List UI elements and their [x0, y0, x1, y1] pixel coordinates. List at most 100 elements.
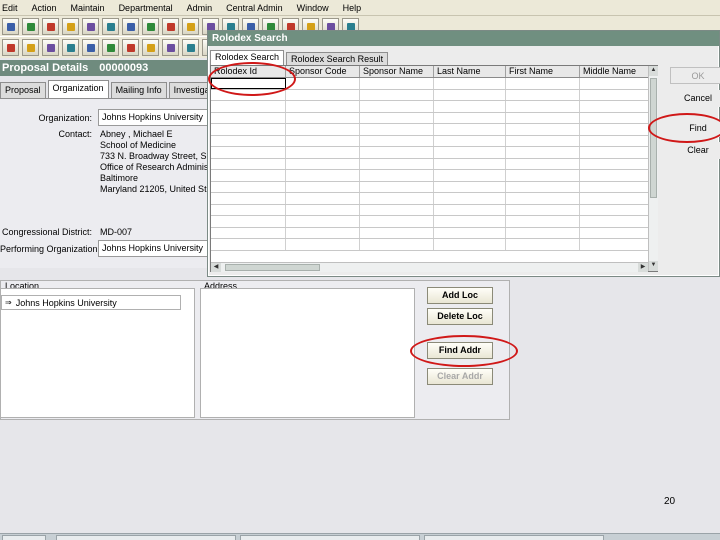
- find-button[interactable]: Find: [670, 120, 720, 137]
- taskbar-button[interactable]: [56, 535, 236, 540]
- table-cell[interactable]: [434, 89, 506, 100]
- table-cell[interactable]: [506, 89, 580, 100]
- scroll-left-icon[interactable]: ◀: [211, 263, 221, 272]
- table-cell[interactable]: [580, 158, 652, 169]
- table-cell[interactable]: [211, 112, 286, 123]
- taskbar-button[interactable]: [2, 535, 46, 540]
- table-cell[interactable]: [360, 204, 434, 215]
- table-cell[interactable]: [580, 101, 652, 112]
- rolodex-id-input[interactable]: [211, 78, 286, 89]
- table-row[interactable]: [211, 239, 657, 251]
- table-cell[interactable]: [506, 204, 580, 215]
- table-row[interactable]: [211, 204, 657, 216]
- column-header-sponsor-code[interactable]: Sponsor Code: [286, 66, 360, 77]
- person-icon[interactable]: [82, 17, 99, 35]
- table-cell[interactable]: [434, 216, 506, 227]
- scroll-up-icon[interactable]: ▲: [649, 66, 658, 76]
- table-row[interactable]: [211, 124, 657, 136]
- table-cell[interactable]: [580, 135, 652, 146]
- table-cell[interactable]: [580, 78, 652, 89]
- table-cell[interactable]: [434, 147, 506, 158]
- table-cell[interactable]: [434, 124, 506, 135]
- table-cell[interactable]: [506, 135, 580, 146]
- save-icon[interactable]: [42, 17, 59, 35]
- table-cell[interactable]: [211, 204, 286, 215]
- table-cell[interactable]: [506, 193, 580, 204]
- table-row[interactable]: [211, 147, 657, 159]
- column-header-last-name[interactable]: Last Name: [434, 66, 506, 77]
- tree-icon[interactable]: [162, 17, 179, 35]
- table-cell[interactable]: [211, 227, 286, 238]
- table-cell[interactable]: [506, 216, 580, 227]
- grid-icon[interactable]: [102, 17, 119, 35]
- list-item[interactable]: ⇒ Johns Hopkins University: [1, 295, 181, 310]
- table-cell[interactable]: [434, 181, 506, 192]
- organization-field[interactable]: Johns Hopkins University: [98, 109, 210, 126]
- table-cell[interactable]: [286, 204, 360, 215]
- table-cell[interactable]: [434, 78, 506, 89]
- table-cell[interactable]: [211, 170, 286, 181]
- table-cell[interactable]: [286, 78, 360, 89]
- table-cell[interactable]: [360, 78, 434, 89]
- table-cell[interactable]: [506, 170, 580, 181]
- table-cell[interactable]: [434, 158, 506, 169]
- paste-icon[interactable]: [42, 39, 59, 56]
- column-header-middle-name[interactable]: Middle Name: [580, 66, 652, 77]
- table-cell[interactable]: [506, 181, 580, 192]
- table-cell[interactable]: [580, 147, 652, 158]
- table-cell[interactable]: [580, 239, 652, 250]
- find-icon[interactable]: [62, 39, 79, 56]
- tab-rolodex-search[interactable]: Rolodex Search: [210, 50, 285, 65]
- table-cell[interactable]: [580, 89, 652, 100]
- cancel-button[interactable]: Cancel: [670, 90, 720, 107]
- table-cell[interactable]: [434, 170, 506, 181]
- table-cell[interactable]: [506, 101, 580, 112]
- grid-horizontal-scrollbar[interactable]: ◀ ▶: [211, 262, 648, 272]
- tab-rolodex-search-result[interactable]: Rolodex Search Result: [286, 52, 389, 65]
- table-cell[interactable]: [580, 227, 652, 238]
- table-cell[interactable]: [434, 239, 506, 250]
- table-cell[interactable]: [211, 101, 286, 112]
- table-cell[interactable]: [211, 193, 286, 204]
- table-cell[interactable]: [506, 227, 580, 238]
- table-cell[interactable]: [580, 216, 652, 227]
- table-cell[interactable]: [506, 112, 580, 123]
- edit-icon[interactable]: [102, 39, 119, 56]
- table-cell[interactable]: [286, 147, 360, 158]
- table-cell[interactable]: [360, 216, 434, 227]
- scrollbar-thumb[interactable]: [650, 78, 657, 198]
- table-cell[interactable]: [286, 193, 360, 204]
- scroll-down-icon[interactable]: ▼: [649, 261, 658, 271]
- menu-item-action[interactable]: Action: [32, 3, 57, 13]
- clear-button[interactable]: Clear: [670, 142, 720, 159]
- scroll-right-icon[interactable]: ▶: [638, 263, 648, 272]
- tab-organization[interactable]: Organization: [47, 80, 109, 98]
- menu-item-help[interactable]: Help: [343, 3, 362, 13]
- table-cell[interactable]: [580, 170, 652, 181]
- table-cell[interactable]: [360, 147, 434, 158]
- table-cell[interactable]: [286, 227, 360, 238]
- table-cell[interactable]: [360, 89, 434, 100]
- taskbar-button[interactable]: [240, 535, 420, 540]
- people-icon[interactable]: [162, 39, 179, 56]
- table-cell[interactable]: [211, 89, 286, 100]
- table-cell[interactable]: [580, 181, 652, 192]
- column-header-first-name[interactable]: First Name: [506, 66, 580, 77]
- performing-organization-field[interactable]: Johns Hopkins University: [98, 240, 210, 257]
- table-cell[interactable]: [580, 112, 652, 123]
- add-location-button[interactable]: Add Loc: [427, 287, 493, 304]
- cut-icon[interactable]: [2, 39, 19, 56]
- table-cell[interactable]: [211, 239, 286, 250]
- table-cell[interactable]: [434, 112, 506, 123]
- delete-location-button[interactable]: Delete Loc: [427, 308, 493, 325]
- copy-icon[interactable]: [22, 39, 39, 56]
- table-cell[interactable]: [360, 181, 434, 192]
- table-cell[interactable]: [211, 135, 286, 146]
- table-row[interactable]: [211, 78, 657, 90]
- menu-item-central-admin[interactable]: Central Admin: [226, 3, 283, 13]
- table-cell[interactable]: [360, 158, 434, 169]
- table-cell[interactable]: [211, 216, 286, 227]
- table-cell[interactable]: [211, 158, 286, 169]
- menu-item-edit[interactable]: Edit: [2, 3, 18, 13]
- table-cell[interactable]: [506, 78, 580, 89]
